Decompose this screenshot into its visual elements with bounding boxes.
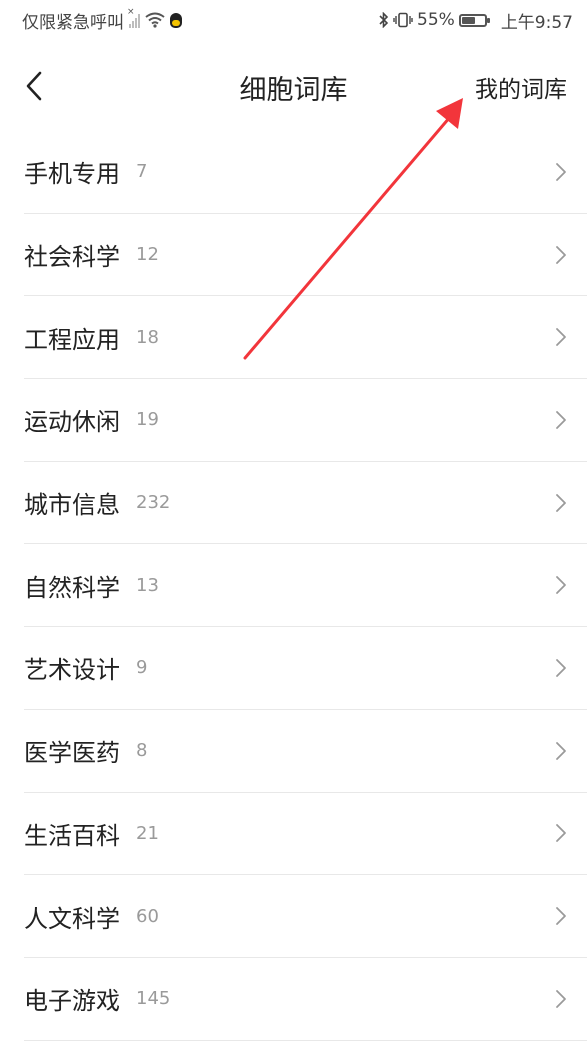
category-count: 21: [136, 822, 159, 844]
chevron-right-icon: [556, 162, 566, 181]
status-right: 55% 上午9:57: [379, 8, 573, 33]
vibrate-icon: [393, 12, 413, 28]
chevron-right-icon: [556, 493, 566, 512]
category-count: 8: [136, 740, 148, 762]
category-name: 社会科学: [24, 243, 120, 272]
category-name: 电子游戏: [24, 987, 120, 1016]
battery-icon: [458, 13, 490, 27]
chevron-left-icon: [26, 71, 42, 101]
qq-penguin-icon: [170, 12, 182, 28]
category-name: 医学医药: [24, 739, 120, 768]
chevron-right-icon: [556, 907, 566, 925]
category-name: 人文科学: [24, 904, 120, 933]
status-bar: 仅限紧急呼叫 × 55% 上午9:57: [0, 0, 587, 40]
category-count: 145: [136, 988, 171, 1010]
chevron-right-icon: [556, 411, 566, 429]
list-item[interactable]: 运动休闲 19: [24, 379, 587, 462]
battery-percent: 55%: [417, 10, 455, 30]
category-name: 艺术设计: [24, 656, 120, 685]
wifi-icon: [145, 12, 165, 28]
chevron-right-icon: [556, 245, 566, 264]
category-count: 19: [136, 409, 159, 431]
chevron-right-icon: [556, 576, 566, 595]
category-count: 7: [136, 161, 148, 183]
category-count: 18: [136, 326, 159, 348]
list-item[interactable]: 医学医药 8: [24, 710, 587, 793]
category-name: 手机专用: [24, 160, 120, 189]
category-name: 生活百科: [24, 821, 120, 850]
list-item[interactable]: 艺术设计 9: [24, 627, 587, 710]
status-left: 仅限紧急呼叫 ×: [22, 7, 182, 33]
list-item[interactable]: 工程应用 18: [24, 296, 587, 380]
category-name: 自然科学: [24, 573, 120, 602]
category-count: 60: [136, 905, 159, 927]
back-button[interactable]: [14, 66, 54, 106]
list-item[interactable]: 手机专用 7: [24, 131, 587, 214]
chevron-right-icon: [556, 659, 566, 677]
category-count: 9: [136, 657, 148, 679]
list-item[interactable]: 自然科学 13: [24, 544, 587, 628]
status-time: 上午9:57: [500, 12, 573, 33]
chevron-right-icon: [556, 989, 566, 1008]
category-count: 13: [136, 574, 159, 596]
category-name: 运动休闲: [24, 408, 120, 437]
carrier-text: 仅限紧急呼叫: [22, 12, 124, 33]
chevron-right-icon: [556, 741, 566, 760]
signal-icon: ×: [127, 7, 140, 28]
list-item[interactable]: 人文科学 60: [24, 875, 587, 958]
category-name: 工程应用: [24, 325, 120, 354]
chevron-right-icon: [556, 824, 566, 843]
list-item[interactable]: 电子游戏 145: [24, 958, 587, 1041]
list-item[interactable]: 城市信息 232: [24, 462, 587, 545]
bluetooth-icon: [379, 12, 389, 28]
list-item[interactable]: 社会科学 12: [24, 214, 587, 297]
category-count: 232: [136, 492, 171, 514]
category-list: 手机专用 7 社会科学 12 工程应用 18 运动休闲 19 城市信息 232 自然科学 13 艺术设计…: [0, 131, 587, 1041]
category-name: 城市信息: [24, 491, 120, 520]
category-count: 12: [136, 244, 159, 266]
list-item[interactable]: 生活百科 21: [24, 793, 587, 876]
chevron-right-icon: [556, 328, 566, 347]
app-header: 细胞词库 我的词库: [0, 48, 587, 124]
my-library-button[interactable]: 我的词库: [475, 70, 567, 104]
